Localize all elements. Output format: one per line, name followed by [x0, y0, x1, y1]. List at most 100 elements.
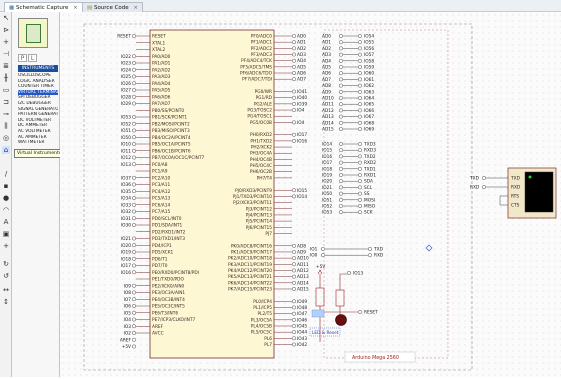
pin-label: PC2/A10: [152, 175, 170, 181]
pin-label: PL0/ICP4: [253, 299, 272, 305]
pin-label: PD6/T1: [152, 256, 168, 262]
terminal-dot: [292, 46, 296, 51]
pin-label: PF0/ADC0: [251, 34, 272, 40]
close-icon[interactable]: ×: [73, 5, 78, 11]
instrument-item[interactable]: COUNTER TIMER: [18, 84, 58, 90]
net-label: TXD: [469, 176, 480, 182]
net-label: IO17: [297, 132, 307, 138]
terminal-dot: [292, 120, 296, 125]
terminal-icon[interactable]: ⊐: [2, 98, 10, 106]
terminal-dot: [132, 209, 136, 214]
terminal-dot: [358, 114, 362, 119]
net-label: AD6: [297, 71, 306, 77]
terminal-dot: [339, 40, 343, 45]
net-label: IO3: [124, 324, 132, 330]
pin-icon[interactable]: ⊸: [2, 110, 10, 118]
terminal-dot: [132, 243, 136, 248]
terminal-dot: [132, 101, 136, 106]
library-button[interactable]: L: [28, 54, 37, 62]
net-label: AD4: [297, 58, 306, 64]
net-label: IO42: [297, 342, 307, 348]
tab-schematic-capture[interactable]: ▦ Schematic Capture ×: [4, 2, 83, 12]
line-icon[interactable]: /: [2, 170, 10, 178]
terminal-dot: [132, 256, 136, 261]
box-icon[interactable]: ▪: [2, 182, 10, 190]
serial-label: SCL: [364, 185, 373, 191]
terminal-dot: [132, 236, 136, 241]
terminal-dot: [292, 280, 296, 285]
net-label: AD5: [297, 64, 306, 70]
terminal-dot: [132, 310, 136, 315]
wire-label-icon[interactable]: ⊣: [2, 50, 10, 58]
junction-icon[interactable]: +: [2, 38, 10, 46]
subcircuit-icon[interactable]: ▭: [2, 86, 10, 94]
text-icon[interactable]: A: [2, 218, 10, 226]
rotate-ccw-icon[interactable]: ↺: [2, 272, 10, 280]
led: [335, 314, 347, 326]
net-label: IO15: [297, 188, 307, 194]
net-label: IO40: [297, 95, 307, 101]
tape-icon[interactable]: ◎: [2, 134, 10, 142]
io-label: IO62: [364, 83, 374, 89]
pin-label: PL4/OC5B: [251, 323, 272, 329]
pin-label: PD3/TXD1/INT3: [152, 236, 185, 242]
marker-icon[interactable]: +: [2, 242, 10, 250]
pin-label: PE3/OC3A/AIN1: [152, 290, 185, 296]
pin-label: PB4/OC2A/PCINT4: [152, 135, 191, 141]
terminal-dot: [339, 204, 343, 208]
net-label: IO20: [121, 243, 131, 249]
terminal-dot: [339, 173, 343, 177]
instrument-item[interactable]: PATTERN GENERATOR: [18, 112, 58, 118]
terminal-dot: [132, 61, 136, 65]
terminal-dot: [292, 52, 296, 57]
terminal-pin-label: RTS: [511, 194, 519, 200]
net-label: AD12: [297, 268, 309, 274]
io-label: IO56: [364, 46, 374, 52]
circle-icon[interactable]: ●: [2, 194, 10, 202]
overview-preview[interactable]: [18, 18, 48, 48]
addr-label: AD10: [322, 96, 334, 102]
io-label: IO60: [364, 71, 374, 77]
terminal-dot: [132, 304, 136, 308]
net-label: IO16: [121, 270, 131, 276]
symbol-icon[interactable]: ▣: [2, 230, 10, 238]
io-label: IO19: [322, 173, 332, 179]
mirror-h-icon[interactable]: ↔: [2, 286, 10, 294]
addr-label: AD9: [322, 89, 331, 95]
schematic-canvas[interactable]: RESET XTAL1 XTAL2 PA0/AD0 PA1/AD1 PA2/AD2 PA3/…: [60, 12, 561, 377]
net-label: AD10: [297, 256, 309, 262]
rotate-cw-icon[interactable]: ↻: [2, 260, 10, 268]
terminal-dot: [132, 67, 136, 72]
tab-source-code[interactable]: ▤ Source Code ×: [82, 2, 144, 12]
pin-label: PH1/TXD2: [250, 138, 272, 144]
component-icon[interactable]: ⊳: [2, 26, 10, 34]
addr-label: AD11: [322, 102, 334, 108]
terminal-dot: [358, 210, 362, 215]
select-arrow-icon[interactable]: ↖: [2, 14, 10, 22]
instrument-item[interactable]: WATTMETER: [18, 140, 58, 146]
arc-icon[interactable]: ◠: [2, 206, 10, 214]
led-caption: LED & Reset: [312, 330, 339, 336]
pin-label: PC4/A12: [152, 189, 170, 195]
pin-label: PB3/MISO/PCINT3: [152, 128, 190, 134]
terminal-dot: [339, 58, 343, 63]
io-label: IO0: [310, 253, 318, 259]
pin-label: PC0/A8: [152, 162, 168, 168]
net-label: IO29: [121, 101, 131, 107]
graph-icon[interactable]: ⫼: [2, 122, 10, 130]
bus-icon[interactable]: ╫: [2, 74, 10, 82]
terminal-dot: [358, 204, 362, 208]
virtual-instrument-icon[interactable]: ⌂: [2, 146, 10, 154]
pin-label: PB7/OC0A/OC1C/PCINT7: [152, 155, 204, 161]
mirror-v-icon[interactable]: ↕: [2, 298, 10, 306]
pick-button[interactable]: P: [18, 54, 27, 62]
pin-label: PD1/SDA/INT1: [152, 223, 183, 229]
text-script-icon[interactable]: ≣: [2, 62, 10, 70]
terminal-dot: [358, 89, 362, 94]
net-label: IO45: [297, 323, 307, 329]
io-label: IO13: [353, 271, 363, 277]
pin-label: PL3/OC5A: [251, 317, 272, 323]
serial-label: MISO: [364, 204, 376, 210]
close-icon[interactable]: ×: [133, 5, 138, 11]
net-label: IO9: [124, 283, 132, 289]
